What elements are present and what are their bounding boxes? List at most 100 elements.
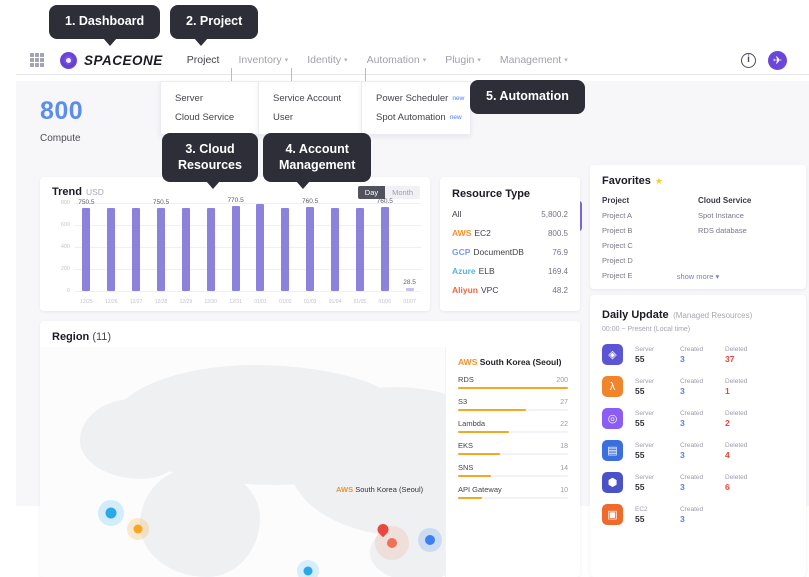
show-more-button[interactable]: show more ▾: [590, 272, 806, 281]
annotation-automation: 5. Automation: [470, 80, 585, 114]
bar-column[interactable]: 760.5: [372, 198, 397, 291]
resource-type-row[interactable]: Aliyun VPC 48.2: [452, 285, 568, 295]
stat-value: 55: [635, 417, 645, 428]
service-row[interactable]: EKS 18: [458, 441, 568, 455]
bar[interactable]: [132, 208, 141, 291]
resource-type-row[interactable]: GCP DocumentDB 76.9: [452, 247, 568, 257]
daily-update-row[interactable]: ◎ Server 55 Created 3 Deleted 2: [602, 408, 794, 429]
kpi-value: 800: [40, 97, 84, 125]
list-item[interactable]: Project A: [602, 211, 698, 220]
stat-type: Server 55: [635, 346, 665, 364]
nav-item-management[interactable]: Management ▾: [500, 54, 568, 66]
stat-label: Deleted: [725, 377, 748, 385]
list-item[interactable]: Project D: [602, 256, 698, 265]
service-bar-track: [458, 387, 568, 389]
list-item[interactable]: Project B: [602, 226, 698, 235]
bar-column[interactable]: 750.5: [74, 199, 99, 291]
bar-column[interactable]: 760.5: [298, 198, 323, 291]
bar-column[interactable]: [347, 203, 372, 291]
bar[interactable]: [206, 208, 215, 291]
x-axis-tick: 01/02: [279, 299, 292, 305]
bar[interactable]: [82, 208, 91, 291]
service-bar-track: [458, 453, 568, 455]
bar-column[interactable]: [99, 203, 124, 291]
apps-grid-icon[interactable]: [30, 53, 44, 67]
nav-item-identity[interactable]: Identity ▾: [307, 54, 347, 66]
user-avatar-icon[interactable]: ✈: [768, 50, 787, 70]
bar-column[interactable]: [173, 203, 198, 291]
storage-icon: ⬢: [602, 472, 623, 493]
map-pin-selected-seoul[interactable]: [375, 521, 391, 538]
toggle-month[interactable]: Month: [385, 186, 420, 199]
bar-column[interactable]: [248, 203, 273, 291]
bar[interactable]: [355, 208, 364, 291]
daily-update-row[interactable]: ▣ EC2 55 Created 3: [602, 504, 794, 525]
resource-type-row[interactable]: All 5,800.2: [452, 209, 568, 219]
service-row[interactable]: S3 27: [458, 397, 568, 411]
service-row[interactable]: API Gateway 10: [458, 485, 568, 499]
brand-logo[interactable]: SPACEONE: [60, 51, 163, 69]
stat-value: 55: [635, 449, 645, 460]
dropdown-item-cloud-service[interactable]: Cloud Service: [161, 108, 259, 127]
stat-deleted: Deleted 2: [725, 410, 755, 428]
bar-column[interactable]: [323, 203, 348, 291]
dropdown-item-user[interactable]: User: [259, 108, 362, 127]
resource-type-row[interactable]: Azure ELB 169.4: [452, 266, 568, 276]
bar[interactable]: [281, 208, 290, 291]
stat-value: 6: [725, 481, 730, 492]
cube-icon: ◈: [602, 344, 623, 365]
list-item[interactable]: Spot Instance: [698, 211, 794, 220]
bar-column[interactable]: 750.5: [149, 199, 174, 291]
service-bar-fill: [458, 497, 483, 499]
service-bar-track: [458, 475, 568, 477]
favorites-column-header: Cloud Service: [698, 196, 752, 205]
bar[interactable]: [306, 207, 315, 291]
bar-column[interactable]: [198, 203, 223, 291]
bar[interactable]: [256, 204, 265, 291]
bar[interactable]: [157, 208, 165, 291]
dropdown-item-spot-automation[interactable]: Spot Automation new: [362, 108, 470, 127]
toggle-day[interactable]: Day: [357, 186, 386, 199]
bar-column[interactable]: 28.5: [397, 203, 422, 291]
daily-update-row[interactable]: ▤ Server 55 Created 3 Deleted 4: [602, 440, 794, 461]
dashboard-body: 800 Compute $ 5,800.2 Overall-Spendings …: [16, 81, 809, 577]
bar[interactable]: [405, 287, 414, 291]
bar[interactable]: [107, 208, 116, 291]
annotation-line-2: Resources: [178, 157, 242, 172]
bar-column[interactable]: 770.5: [223, 197, 248, 291]
info-icon[interactable]: i: [741, 52, 756, 68]
stat-type: Server 55: [635, 442, 665, 460]
bar[interactable]: [181, 208, 190, 291]
bar-column[interactable]: [273, 203, 298, 291]
dropdown-item-label: Spot Automation: [376, 112, 446, 123]
daily-update-row[interactable]: ⬢ Server 55 Created 3 Deleted 6: [602, 472, 794, 493]
bar[interactable]: [331, 208, 340, 291]
dropdown-item-service-account[interactable]: Service Account: [259, 89, 362, 108]
trend-period-toggle[interactable]: Day Month: [357, 186, 420, 199]
annotation-dashboard: 1. Dashboard: [49, 5, 161, 46]
stat-deleted: Deleted 37: [725, 346, 755, 364]
resource-type-row[interactable]: AWS EC2 800.5: [452, 228, 568, 238]
region-count: (11): [92, 331, 112, 343]
daily-update-row[interactable]: λ Server 55 Created 3 Deleted 1: [602, 376, 794, 397]
dropdown-item-server[interactable]: Server: [161, 89, 259, 108]
dropdown-item-power-scheduler[interactable]: Power Scheduler new: [362, 89, 470, 108]
pin-dot: [303, 566, 313, 576]
daily-update-row[interactable]: ◈ Server 55 Created 3 Deleted 37: [602, 344, 794, 365]
bar[interactable]: [231, 206, 240, 291]
nav-item-plugin[interactable]: Plugin ▾: [445, 54, 481, 66]
service-row[interactable]: Lambda 22: [458, 419, 568, 433]
top-navigation-bar: SPACEONE Project Inventory ▾ Identity ▾ Au…: [16, 46, 809, 75]
nav-item-automation[interactable]: Automation ▾: [367, 54, 427, 66]
service-row[interactable]: SNS 14: [458, 463, 568, 477]
list-item[interactable]: RDS database: [698, 226, 794, 235]
bar-column[interactable]: [124, 203, 149, 291]
service-row[interactable]: RDS 200: [458, 375, 568, 389]
nav-item-project[interactable]: Project: [187, 54, 220, 66]
bar[interactable]: [380, 207, 389, 291]
brand-name: SPACEONE: [84, 53, 163, 68]
stat-label: Created: [680, 345, 704, 353]
nav-item-inventory[interactable]: Inventory ▾: [238, 54, 288, 66]
service-bar-track: [458, 409, 568, 411]
list-item[interactable]: Project C: [602, 241, 698, 250]
